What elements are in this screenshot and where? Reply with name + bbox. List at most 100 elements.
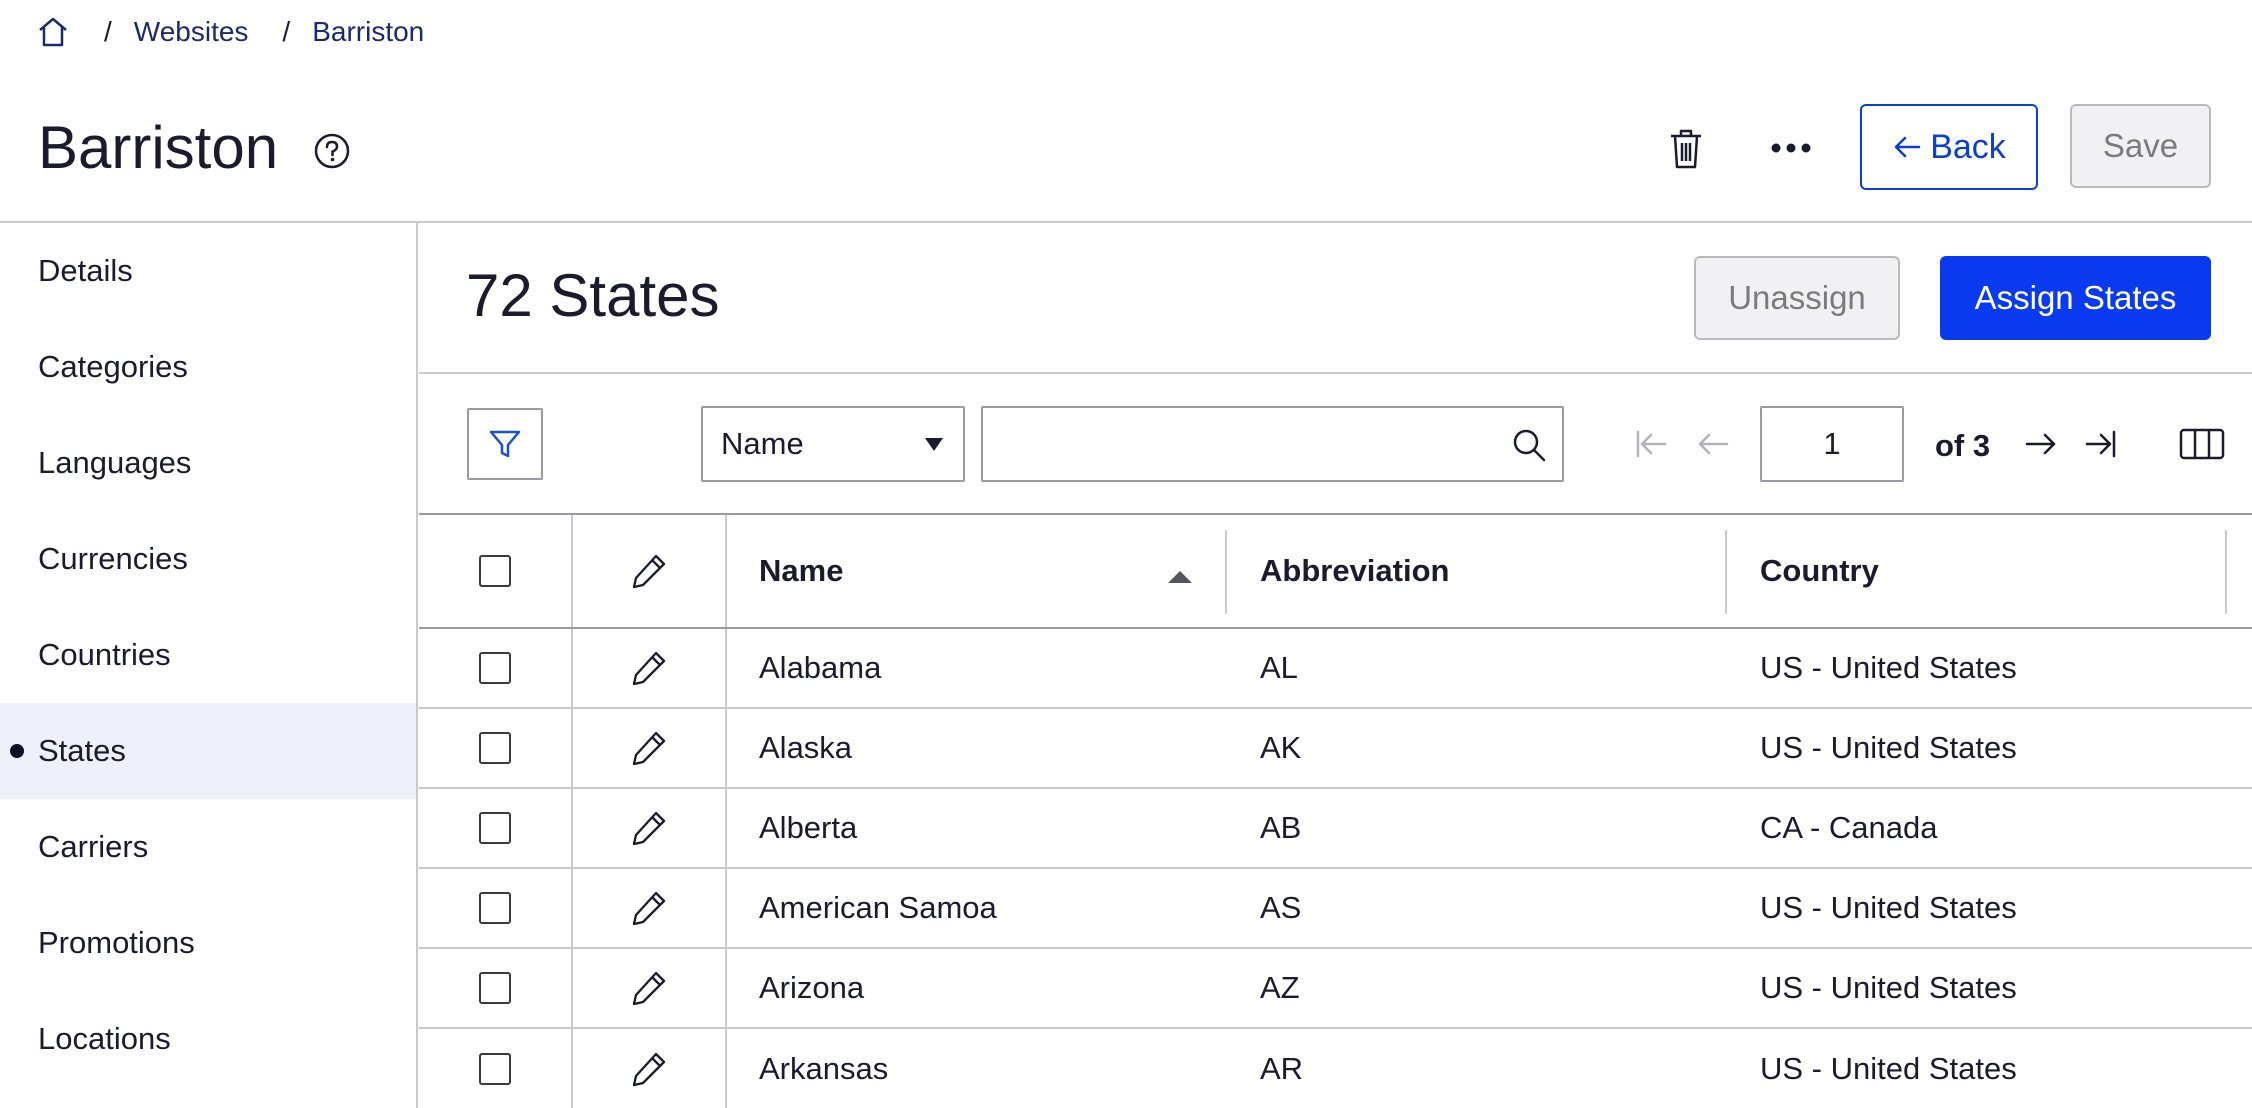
column-resize-handle[interactable] [1725, 530, 1727, 614]
sidebar-item-label: Languages [38, 445, 192, 480]
unassign-button[interactable]: Unassign [1694, 256, 1900, 340]
table-row[interactable]: Alberta AB CA - Canada [419, 789, 2252, 869]
sidebar-item-locations[interactable]: Locations [0, 991, 416, 1087]
row-checkbox-cell [419, 709, 573, 787]
row-checkbox[interactable] [479, 1052, 511, 1085]
column-header-abbreviation[interactable]: Abbreviation [1260, 515, 1720, 627]
sidebar-item-carriers[interactable]: Carriers [0, 799, 416, 895]
save-button[interactable]: Save [2070, 104, 2211, 188]
search-input[interactable] [997, 418, 1477, 470]
row-edit-cell [573, 709, 727, 787]
cell-abbreviation: AK [1260, 730, 1302, 765]
first-page-icon[interactable] [1632, 425, 1670, 463]
trash-icon[interactable] [1667, 127, 1705, 171]
edit-icon[interactable] [629, 888, 669, 928]
sidebar-item-categories[interactable]: Categories [0, 319, 416, 415]
row-checkbox[interactable] [479, 732, 511, 764]
breadcrumb: / Websites / Barriston [36, 12, 424, 52]
last-page-icon[interactable] [2082, 425, 2120, 463]
arrow-left-icon [1892, 132, 1922, 162]
sidebar-item-label: Currencies [38, 541, 188, 576]
sidebar-item-countries[interactable]: Countries [0, 607, 416, 703]
sidebar-item-label: Locations [38, 1021, 171, 1056]
sidebar-item-languages[interactable]: Languages [0, 415, 416, 511]
sidebar-item-label: Details [38, 253, 133, 288]
section-divider [419, 372, 2252, 374]
edit-icon[interactable] [629, 968, 669, 1008]
table-row[interactable]: Alaska AK US - United States [419, 709, 2252, 789]
home-icon[interactable] [36, 15, 70, 49]
table-row[interactable]: Alabama AL US - United States [419, 629, 2252, 709]
breadcrumb-barriston[interactable]: Barriston [312, 16, 424, 48]
next-page-icon[interactable] [2022, 425, 2060, 463]
page-number-input[interactable] [1762, 408, 1902, 480]
breadcrumb-websites[interactable]: Websites [134, 16, 249, 48]
table-row[interactable]: Arizona AZ US - United States [419, 949, 2252, 1029]
cell-name: Alabama [759, 650, 882, 685]
more-icon[interactable] [1770, 137, 1812, 159]
columns-icon[interactable] [2178, 426, 2226, 462]
back-button[interactable]: Back [1860, 104, 2038, 190]
row-edit-cell [573, 629, 727, 707]
sidebar-item-details[interactable]: Details [0, 223, 416, 319]
row-edit-cell [573, 949, 727, 1027]
row-checkbox[interactable] [479, 812, 511, 844]
cell-country: US - United States [1760, 650, 2017, 685]
cell-country: US - United States [1760, 730, 2017, 765]
row-checkbox-cell [419, 789, 573, 867]
back-button-label: Back [1930, 127, 2006, 166]
edit-icon[interactable] [629, 551, 669, 591]
sidebar-item-label: Promotions [38, 925, 195, 960]
cell-name: Arizona [759, 970, 865, 1005]
sort-asc-icon[interactable] [1168, 571, 1192, 583]
row-checkbox[interactable] [479, 972, 511, 1004]
assign-states-button[interactable]: Assign States [1940, 256, 2211, 340]
breadcrumb-separator: / [104, 16, 112, 47]
filter-icon [487, 426, 523, 462]
search-field-select[interactable]: Name [701, 406, 965, 482]
edit-icon[interactable] [629, 1049, 669, 1089]
cell-country: US - United States [1760, 890, 2017, 925]
select-all-checkbox[interactable] [479, 555, 511, 587]
column-resize-handle[interactable] [2225, 530, 2227, 614]
sidebar-item-currencies[interactable]: Currencies [0, 511, 416, 607]
chevron-down-icon [925, 438, 943, 451]
column-header-country[interactable]: Country [1760, 515, 2230, 627]
row-checkbox[interactable] [479, 892, 511, 924]
cell-abbreviation: AS [1260, 890, 1302, 925]
cell-abbreviation: AR [1260, 1050, 1304, 1086]
cell-abbreviation: AB [1260, 810, 1302, 845]
prev-page-icon[interactable] [1694, 425, 1732, 463]
edit-icon[interactable] [629, 808, 669, 848]
sidebar-item-label: Categories [38, 349, 188, 384]
sidebar-item-label: States [38, 733, 126, 768]
cell-country: CA - Canada [1760, 810, 1938, 845]
search-field-value: Name [721, 426, 804, 461]
row-checkbox[interactable] [479, 652, 511, 684]
row-checkbox-cell [419, 949, 573, 1027]
header-checkbox-cell [419, 515, 573, 627]
cell-name: Alberta [759, 810, 858, 845]
cell-country: US - United States [1760, 970, 2017, 1005]
cell-abbreviation: AL [1260, 650, 1298, 685]
search-icon[interactable] [1510, 426, 1548, 464]
filter-button[interactable] [467, 408, 543, 480]
search-box [981, 406, 1564, 482]
page-number-field [1760, 406, 1904, 482]
cell-name: Alaska [759, 730, 853, 765]
column-resize-handle[interactable] [1225, 530, 1227, 614]
table-row[interactable]: American Samoa AS US - United States [419, 869, 2252, 949]
help-icon[interactable] [312, 131, 352, 171]
sidebar-item-promotions[interactable]: Promotions [0, 895, 416, 991]
page-title: Barriston [38, 114, 279, 181]
edit-icon[interactable] [629, 648, 669, 688]
breadcrumb-separator: / [282, 16, 291, 47]
row-edit-cell [573, 789, 727, 867]
sidebar: Details Categories Languages Currencies … [0, 223, 418, 1108]
column-header-name[interactable]: Name [759, 515, 1219, 627]
edit-icon[interactable] [629, 728, 669, 768]
table-row[interactable]: Arkansas AR US - United States [419, 1029, 2252, 1108]
sidebar-item-label: Carriers [38, 829, 149, 864]
row-edit-cell [573, 1029, 727, 1108]
sidebar-item-states[interactable]: States [0, 703, 416, 799]
